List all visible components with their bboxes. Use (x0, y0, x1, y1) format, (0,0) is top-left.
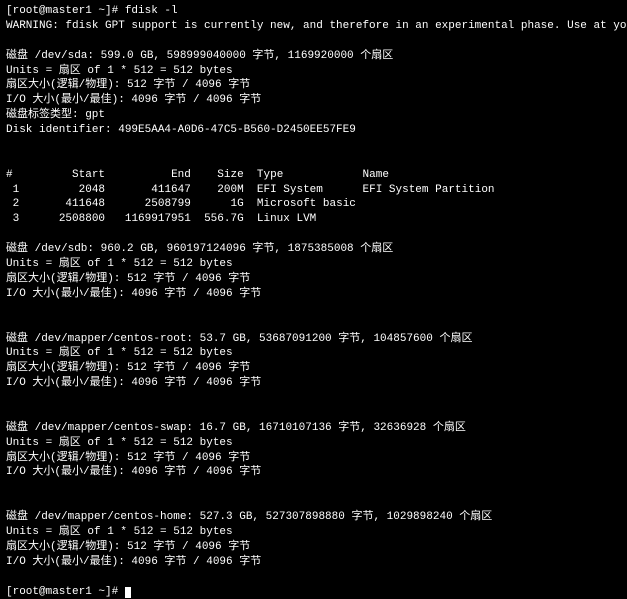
blank-line (6, 391, 621, 406)
blank-line (6, 495, 621, 510)
disk-sector-size: 扇区大小(逻辑/物理): 512 字节 / 4096 字节 (6, 540, 621, 555)
blank-line (6, 317, 621, 332)
disk-header: 磁盘 /dev/mapper/centos-home: 527.3 GB, 52… (6, 510, 621, 525)
disk-root-block: 磁盘 /dev/mapper/centos-root: 53.7 GB, 536… (6, 332, 621, 391)
disk-units: Units = 扇区 of 1 * 512 = 512 bytes (6, 346, 621, 361)
disk-identifier: Disk identifier: 499E5AA4-A0D6-47C5-B560… (6, 123, 621, 138)
disk-io-size: I/O 大小(最小/最佳): 4096 字节 / 4096 字节 (6, 93, 621, 108)
cell: Linux LVM (257, 213, 316, 225)
blank-line (6, 302, 621, 317)
disk-io-size: I/O 大小(最小/最佳): 4096 字节 / 4096 字节 (6, 555, 621, 570)
cell: 2 (6, 198, 19, 210)
disk-io-size: I/O 大小(最小/最佳): 4096 字节 / 4096 字节 (6, 376, 621, 391)
col-name: Name (363, 169, 389, 181)
cell: 1 (6, 184, 19, 196)
cursor-icon (125, 587, 131, 598)
disk-header: 磁盘 /dev/mapper/centos-root: 53.7 GB, 536… (6, 332, 621, 347)
cell: 2508799 (145, 198, 191, 210)
shell-prompt: [root@master1 ~]# (6, 586, 125, 598)
cell: 556.7G (204, 213, 244, 225)
disk-home-block: 磁盘 /dev/mapper/centos-home: 527.3 GB, 52… (6, 510, 621, 569)
partition-row: 1 2048 411647 200M EFI System EFI System… (6, 183, 621, 198)
disk-header: 磁盘 /dev/mapper/centos-swap: 16.7 GB, 167… (6, 421, 621, 436)
blank-line (6, 138, 621, 153)
cell: EFI System (257, 184, 323, 196)
disk-sda-block: 磁盘 /dev/sda: 599.0 GB, 598999040000 字节, … (6, 49, 621, 138)
cell: 2048 (79, 184, 105, 196)
blank-line (6, 227, 621, 242)
blank-line (6, 406, 621, 421)
disk-units: Units = 扇区 of 1 * 512 = 512 bytes (6, 257, 621, 272)
disk-io-size: I/O 大小(最小/最佳): 4096 字节 / 4096 字节 (6, 465, 621, 480)
shell-prompt: [root@master1 ~]# (6, 5, 125, 17)
warning-line: WARNING: fdisk GPT support is currently … (6, 19, 621, 34)
disk-sector-size: 扇区大小(逻辑/物理): 512 字节 / 4096 字节 (6, 451, 621, 466)
col-num: # (6, 169, 13, 181)
disk-header: 磁盘 /dev/sdb: 960.2 GB, 960197124096 字节, … (6, 242, 621, 257)
disk-label-type: 磁盘标签类型: gpt (6, 108, 621, 123)
blank-line (6, 480, 621, 495)
cell: EFI System Partition (363, 184, 495, 196)
partition-row: 3 2508800 1169917951 556.7G Linux LVM (6, 212, 621, 227)
disk-units: Units = 扇区 of 1 * 512 = 512 bytes (6, 525, 621, 540)
col-start: Start (72, 169, 105, 181)
cell: Microsoft basic (257, 198, 356, 210)
disk-swap-block: 磁盘 /dev/mapper/centos-swap: 16.7 GB, 167… (6, 421, 621, 480)
col-type: Type (257, 169, 283, 181)
cell: 2508800 (59, 213, 105, 225)
cell: 411647 (151, 184, 191, 196)
partition-row: 2 411648 2508799 1G Microsoft basic (6, 197, 621, 212)
blank-line (6, 570, 621, 585)
blank-line (6, 153, 621, 168)
command-text: fdisk -l (125, 5, 178, 17)
col-size: Size (217, 169, 243, 181)
cell: 3 (6, 213, 19, 225)
cell: 1G (230, 198, 243, 210)
col-end: End (171, 169, 191, 181)
disk-header: 磁盘 /dev/sda: 599.0 GB, 598999040000 字节, … (6, 49, 621, 64)
cell: 200M (217, 184, 243, 196)
disk-io-size: I/O 大小(最小/最佳): 4096 字节 / 4096 字节 (6, 287, 621, 302)
blank-line (6, 34, 621, 49)
disk-units: Units = 扇区 of 1 * 512 = 512 bytes (6, 64, 621, 79)
prompt-line-2[interactable]: [root@master1 ~]# (6, 585, 621, 599)
partition-table-header: # Start End Size Type Name (6, 168, 621, 183)
cell: 1169917951 (125, 213, 191, 225)
disk-units: Units = 扇区 of 1 * 512 = 512 bytes (6, 436, 621, 451)
prompt-line-1: [root@master1 ~]# fdisk -l (6, 4, 621, 19)
disk-sector-size: 扇区大小(逻辑/物理): 512 字节 / 4096 字节 (6, 78, 621, 93)
disk-sector-size: 扇区大小(逻辑/物理): 512 字节 / 4096 字节 (6, 272, 621, 287)
disk-sector-size: 扇区大小(逻辑/物理): 512 字节 / 4096 字节 (6, 361, 621, 376)
cell: 411648 (65, 198, 105, 210)
disk-sdb-block: 磁盘 /dev/sdb: 960.2 GB, 960197124096 字节, … (6, 242, 621, 301)
